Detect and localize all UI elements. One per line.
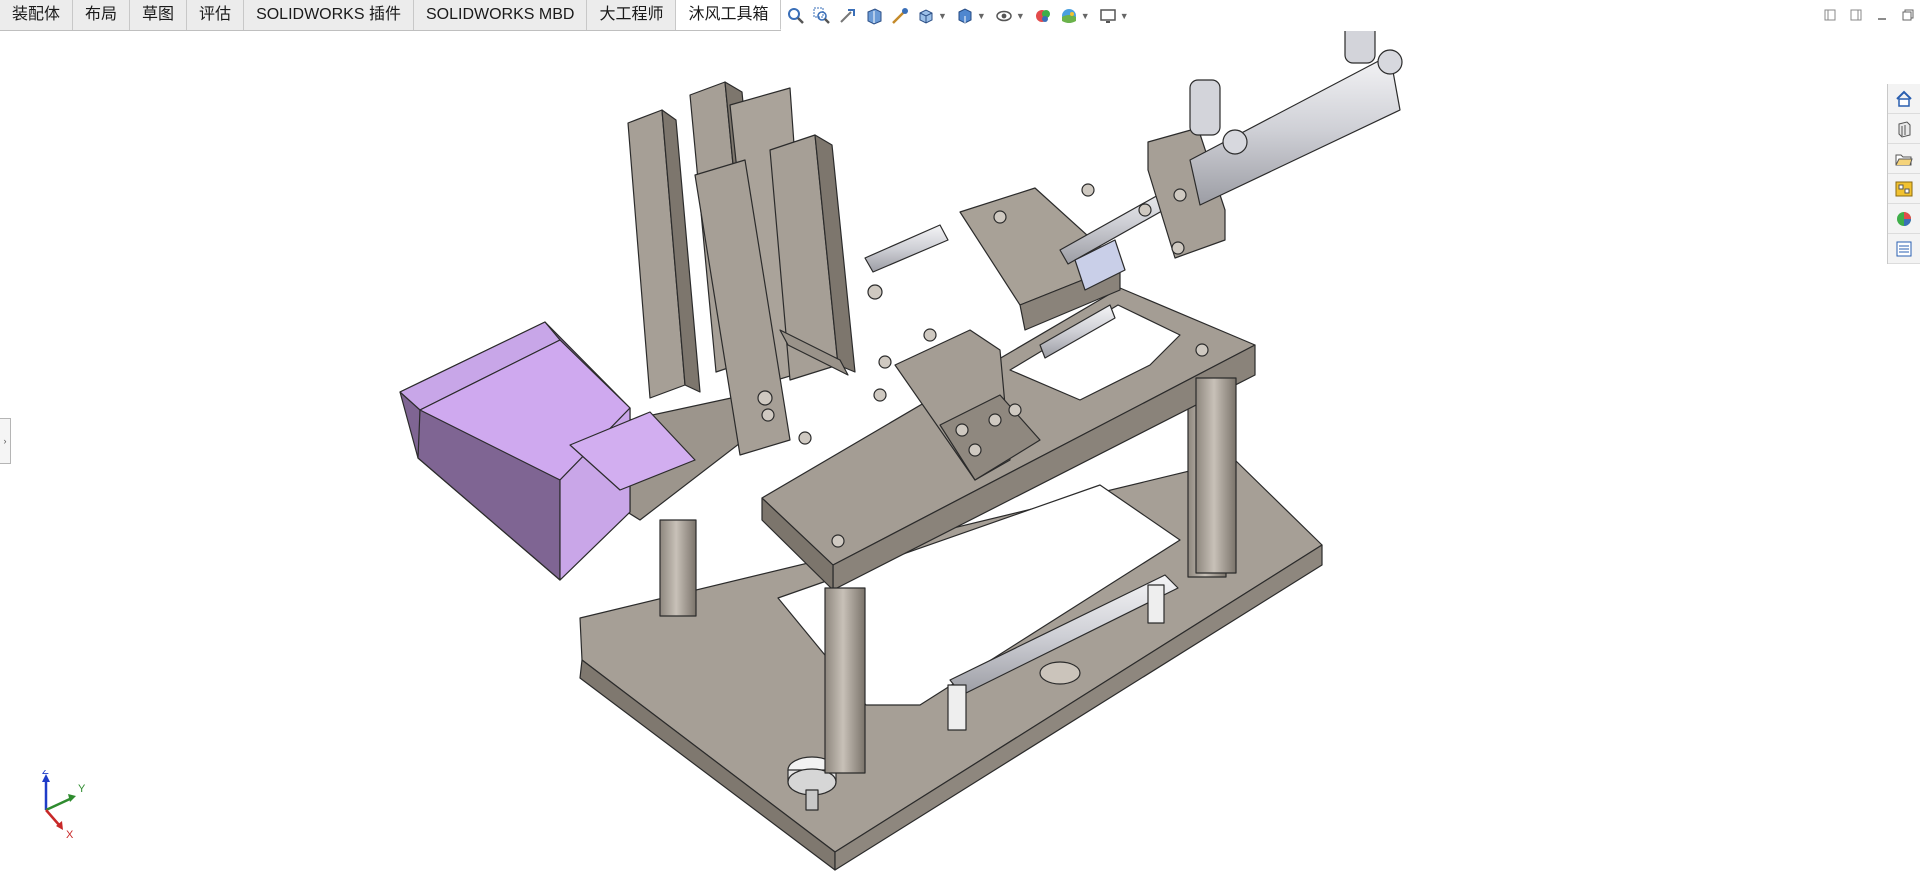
dynamic-annotation-icon[interactable] [889,5,911,27]
guide-rod-left [864,224,949,273]
file-explorer-icon[interactable] [1888,144,1920,174]
view-settings-dropdown[interactable]: ▼ [1120,11,1129,21]
minimize-icon[interactable] [1870,5,1894,25]
tab-assembly[interactable]: 装配体 [0,0,74,30]
previous-view-icon[interactable] [837,5,859,27]
display-style-icon[interactable] [954,5,976,27]
guide-fingers [627,81,856,456]
post-front-left [824,587,866,774]
triad-x-label: X [66,829,74,840]
design-library-icon[interactable] [1888,114,1920,144]
pneumatic-cylinder [1147,7,1403,259]
triad-z-label: Z [42,770,49,777]
home-icon[interactable] [1888,84,1920,114]
view-orientation-dropdown[interactable]: ▼ [938,11,947,21]
window-controls [1818,5,1920,25]
zoom-to-area-icon[interactable] [811,5,833,27]
triad-y-label: Y [78,783,86,795]
zoom-to-fit-icon[interactable] [785,5,807,27]
tab-solidworks-addins[interactable]: SOLIDWORKS 插件 [244,0,414,30]
task-pane [1887,84,1920,264]
tab-evaluate[interactable]: 评估 [187,0,245,30]
custom-properties-icon[interactable] [1888,234,1920,264]
view-palette-icon[interactable] [1888,174,1920,204]
post-back-left [659,519,697,617]
section-view-icon[interactable] [863,5,885,27]
tab-mufeng-toolbox[interactable]: 沐风工具箱 [676,0,782,30]
appearances-icon[interactable] [1888,204,1920,234]
tile-right-icon[interactable] [1844,5,1868,25]
command-manager-tabs: 装配体 布局 草图 评估 SOLIDWORKS 插件 SOLIDWORKS MB… [0,0,782,31]
solidworks-window: 装配体 布局 草图 评估 SOLIDWORKS 插件 SOLIDWORKS MB… [0,0,1920,881]
display-style-dropdown[interactable]: ▼ [977,11,986,21]
restore-icon[interactable] [1896,5,1920,25]
post-front-right [1195,377,1237,574]
tab-solidworks-mbd[interactable]: SOLIDWORKS MBD [413,0,588,30]
apply-scene-icon[interactable] [1058,5,1080,27]
tab-big-engineer[interactable]: 大工程师 [587,0,677,30]
apply-scene-dropdown[interactable]: ▼ [1081,11,1090,21]
hide-show-dropdown[interactable]: ▼ [1016,11,1025,21]
view-settings-icon[interactable] [1097,5,1119,27]
assembly-model[interactable] [0,7,1888,881]
view-orientation-icon[interactable] [915,5,937,27]
heads-up-view-toolbar: ▼ ▼ ▼ ▼ ▼ [785,4,1132,28]
hide-show-items-icon[interactable] [993,5,1015,27]
tab-sketch[interactable]: 草图 [130,0,188,30]
tab-layout[interactable]: 布局 [73,0,131,30]
reference-triad: Z Y X [42,770,86,840]
tile-left-icon[interactable] [1818,5,1842,25]
edit-appearance-icon[interactable] [1032,5,1054,27]
graphics-area[interactable]: Z Y X [0,7,1888,881]
